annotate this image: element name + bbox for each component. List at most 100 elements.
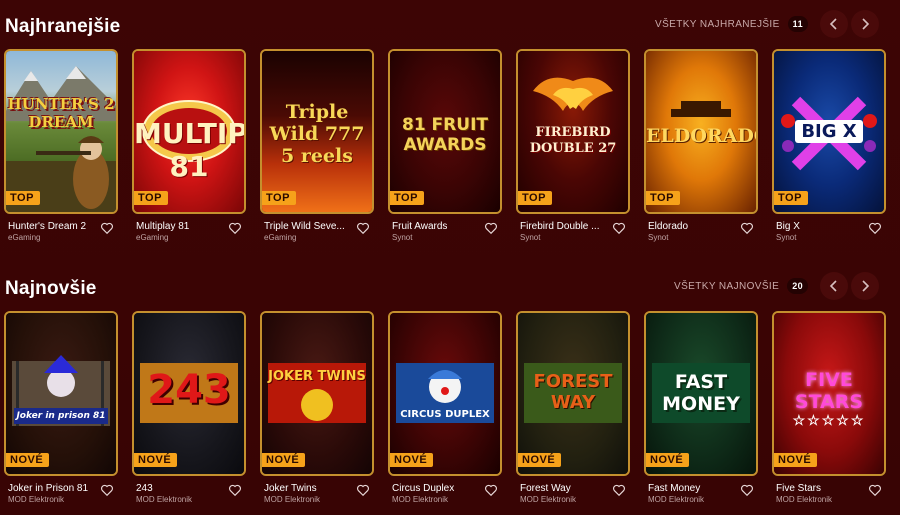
game-logo: ELDORADO: [646, 125, 758, 147]
game-artwork: Triple Wild 777 5 reels: [262, 51, 372, 212]
game-title[interactable]: Multiplay 81: [136, 221, 220, 232]
game-card[interactable]: Joker in prison 81 NOVÉ Joker in Prison …: [4, 311, 118, 511]
new-badge: NOVÉ: [6, 453, 50, 467]
game-logo: MULTIPLAY 81: [134, 117, 246, 183]
game-carousel: HUNTER'S 2 DREAM TOP Hunter's Dream 2 eG…: [4, 49, 900, 249]
new-badge: NOVÉ: [262, 453, 306, 467]
game-logo: 243: [147, 367, 231, 413]
heart-icon[interactable]: [868, 221, 882, 235]
game-card[interactable]: CIRCUS DUPLEX NOVÉ Circus Duplex MOD Ele…: [388, 311, 502, 511]
game-artwork: FAST MONEY: [646, 313, 756, 474]
game-thumbnail[interactable]: 243 NOVÉ: [132, 311, 246, 476]
game-card[interactable]: MULTIPLAY 81 TOP Multiplay 81 eGaming: [132, 49, 246, 249]
game-thumbnail[interactable]: CIRCUS DUPLEX NOVÉ: [388, 311, 502, 476]
game-title[interactable]: Firebird Double ...: [520, 221, 604, 232]
heart-icon[interactable]: [356, 221, 370, 235]
game-card[interactable]: HUNTER'S 2 DREAM TOP Hunter's Dream 2 eG…: [4, 49, 118, 249]
see-all-label[interactable]: VŠETKY NAJNOVŠIE: [674, 281, 779, 292]
game-thumbnail[interactable]: Triple Wild 777 5 reels TOP: [260, 49, 374, 214]
prev-button[interactable]: [820, 10, 848, 38]
heart-icon[interactable]: [100, 221, 114, 235]
game-card[interactable]: Triple Wild 777 5 reels TOP Triple Wild …: [260, 49, 374, 249]
new-badge: NOVÉ: [774, 453, 818, 467]
section-newest: Najnovšie VŠETKY NAJNOVŠIE 20 Joker in p…: [0, 262, 900, 504]
next-button[interactable]: [851, 10, 879, 38]
chevron-left-icon: [829, 280, 837, 292]
game-card[interactable]: FOREST WAY NOVÉ Forest Way MOD Elektroni…: [516, 311, 630, 511]
game-thumbnail[interactable]: 81 FRUIT AWARDS TOP: [388, 49, 502, 214]
game-thumbnail[interactable]: MULTIPLAY 81 TOP: [132, 49, 246, 214]
game-card[interactable]: JOKER TWINS NOVÉ Joker Twins MOD Elektro…: [260, 311, 374, 511]
game-card[interactable]: ELDORADO TOP Eldorado Synot: [644, 49, 758, 249]
game-title[interactable]: Eldorado: [648, 221, 732, 232]
game-card[interactable]: BIG X TOP Big X Synot: [772, 49, 886, 249]
section-title: Najhranejšie: [5, 16, 121, 37]
game-title[interactable]: Joker Twins: [264, 483, 348, 494]
game-artwork: FIVE STARS ☆☆☆☆☆: [774, 313, 884, 474]
game-thumbnail[interactable]: FIREBIRD DOUBLE 27 TOP: [516, 49, 630, 214]
heart-icon[interactable]: [740, 483, 754, 497]
heart-icon[interactable]: [484, 221, 498, 235]
games-page: Najhranejšie VŠETKY NAJHRANEJŠIE 11 HUNT…: [0, 0, 900, 515]
game-thumbnail[interactable]: HUNTER'S 2 DREAM TOP: [4, 49, 118, 214]
game-artwork: Joker in prison 81: [6, 313, 116, 474]
top-badge: TOP: [518, 191, 552, 205]
see-all-link[interactable]: VŠETKY NAJHRANEJŠIE 11: [655, 16, 808, 32]
game-title[interactable]: Circus Duplex: [392, 483, 476, 494]
top-badge: TOP: [134, 191, 168, 205]
game-provider: eGaming: [136, 233, 169, 242]
game-artwork: BIG X: [774, 51, 884, 212]
game-provider: MOD Elektronik: [392, 495, 449, 504]
game-thumbnail[interactable]: BIG X TOP: [772, 49, 886, 214]
prev-button[interactable]: [820, 272, 848, 300]
heart-icon[interactable]: [484, 483, 498, 497]
game-card[interactable]: FIREBIRD DOUBLE 27 TOP Firebird Double .…: [516, 49, 630, 249]
heart-icon[interactable]: [100, 483, 114, 497]
game-thumbnail[interactable]: ELDORADO TOP: [644, 49, 758, 214]
game-provider: Synot: [520, 233, 541, 242]
heart-icon[interactable]: [356, 483, 370, 497]
game-card[interactable]: 243 NOVÉ 243 MOD Elektronik: [132, 311, 246, 511]
game-card[interactable]: 81 FRUIT AWARDS TOP Fruit Awards Synot: [388, 49, 502, 249]
heart-icon[interactable]: [228, 483, 242, 497]
game-provider: MOD Elektronik: [8, 495, 65, 504]
next-button[interactable]: [851, 272, 879, 300]
game-card[interactable]: FIVE STARS ☆☆☆☆☆ NOVÉ Five Stars MOD Ele…: [772, 311, 886, 511]
game-title[interactable]: Fast Money: [648, 483, 732, 494]
heart-icon[interactable]: [228, 221, 242, 235]
game-title[interactable]: Big X: [776, 221, 860, 232]
game-artwork: JOKER TWINS: [262, 313, 372, 474]
heart-icon[interactable]: [868, 483, 882, 497]
new-badge: NOVÉ: [390, 453, 434, 467]
game-logo: JOKER TWINS: [268, 369, 366, 384]
game-artwork: FIREBIRD DOUBLE 27: [518, 51, 628, 212]
game-title[interactable]: Fruit Awards: [392, 221, 476, 232]
game-thumbnail[interactable]: FIVE STARS ☆☆☆☆☆ NOVÉ: [772, 311, 886, 476]
game-title[interactable]: Triple Wild Seve...: [264, 221, 348, 232]
game-card[interactable]: FAST MONEY NOVÉ Fast Money MOD Elektroni…: [644, 311, 758, 511]
see-all-label[interactable]: VŠETKY NAJHRANEJŠIE: [655, 19, 780, 30]
game-artwork: FOREST WAY: [518, 313, 628, 474]
game-title[interactable]: Forest Way: [520, 483, 604, 494]
game-logo: Triple Wild 777 5 reels: [269, 101, 365, 167]
game-thumbnail[interactable]: JOKER TWINS NOVÉ: [260, 311, 374, 476]
section-header: Najhranejšie VŠETKY NAJHRANEJŠIE 11: [0, 0, 900, 50]
game-thumbnail[interactable]: FOREST WAY NOVÉ: [516, 311, 630, 476]
heart-icon[interactable]: [612, 221, 626, 235]
heart-icon[interactable]: [612, 483, 626, 497]
game-thumbnail[interactable]: Joker in prison 81 NOVÉ: [4, 311, 118, 476]
game-title[interactable]: Five Stars: [776, 483, 860, 494]
game-provider: MOD Elektronik: [264, 495, 321, 504]
game-title[interactable]: Joker in Prison 81: [8, 483, 92, 494]
chevron-right-icon: [862, 280, 870, 292]
game-provider: MOD Elektronik: [520, 495, 577, 504]
game-thumbnail[interactable]: FAST MONEY NOVÉ: [644, 311, 758, 476]
game-provider: eGaming: [8, 233, 41, 242]
section-most-played: Najhranejšie VŠETKY NAJHRANEJŠIE 11 HUNT…: [0, 0, 900, 242]
see-all-link[interactable]: VŠETKY NAJNOVŠIE 20: [674, 278, 808, 294]
game-title[interactable]: Hunter's Dream 2: [8, 221, 92, 232]
stars-row: ☆☆☆☆☆: [792, 413, 866, 429]
top-badge: TOP: [774, 191, 808, 205]
heart-icon[interactable]: [740, 221, 754, 235]
game-title[interactable]: 243: [136, 483, 220, 494]
